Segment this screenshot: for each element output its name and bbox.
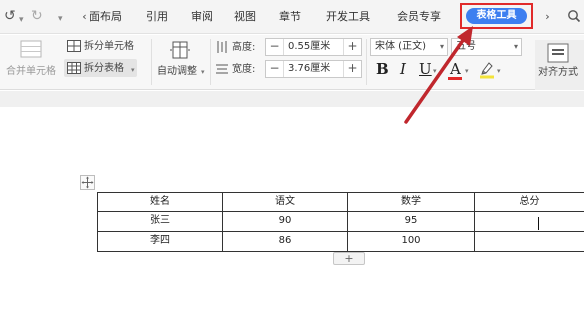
tabs-scroll-left-button[interactable]: ‹ bbox=[79, 10, 90, 24]
height-value[interactable]: 0.55厘米 bbox=[288, 41, 330, 53]
width-decrease-button[interactable]: − bbox=[266, 61, 284, 77]
table-cell[interactable]: 86 bbox=[223, 232, 347, 250]
table-cell[interactable]: 90 bbox=[223, 212, 347, 230]
tab-view[interactable]: 视图 bbox=[234, 11, 256, 23]
table-header-cell[interactable]: 数学 bbox=[348, 193, 474, 211]
table-cell[interactable] bbox=[475, 232, 584, 250]
text-cursor bbox=[538, 217, 539, 230]
highlight-icon[interactable] bbox=[479, 61, 495, 79]
width-increase-button[interactable]: + bbox=[343, 61, 361, 77]
width-value[interactable]: 3.76厘米 bbox=[288, 63, 330, 75]
width-label: 宽度: bbox=[232, 64, 256, 75]
ribbon-separator bbox=[151, 39, 152, 85]
undo-dropdown-icon[interactable]: ▾ bbox=[19, 12, 24, 28]
table-cell[interactable]: 张三 bbox=[98, 212, 222, 230]
add-row-button[interactable]: + bbox=[333, 252, 365, 265]
table-cell[interactable]: 100 bbox=[348, 232, 474, 250]
row-height-stepper[interactable]: − 0.55厘米 + bbox=[265, 38, 362, 56]
align-label: 对齐方式 bbox=[538, 67, 578, 78]
auto-fit-icon bbox=[170, 41, 190, 59]
split-table-dropdown-icon[interactable]: ▾ bbox=[131, 66, 135, 74]
column-width-stepper[interactable]: − 3.76厘米 + bbox=[265, 60, 362, 78]
bold-button[interactable]: B bbox=[376, 61, 389, 77]
ribbon-tab-bar: ↺ ▾ ↻ ▾ ‹ 页面布局 引用 审阅 视图 章节 开发工具 会员专享 表格工… bbox=[0, 0, 584, 34]
table-cell-total-active[interactable] bbox=[475, 212, 584, 230]
undo-icon[interactable]: ↺ bbox=[4, 8, 16, 24]
table-header-cell[interactable]: 总分 bbox=[475, 193, 584, 211]
table-cell[interactable]: 95 bbox=[348, 212, 474, 230]
table-header-cell[interactable]: 语文 bbox=[223, 193, 347, 211]
search-icon[interactable] bbox=[567, 9, 581, 23]
table-move-handle-icon[interactable] bbox=[80, 175, 95, 190]
annotation-arrow bbox=[404, 26, 473, 124]
ribbon-separator bbox=[210, 39, 211, 85]
page-gap bbox=[0, 91, 584, 107]
table-cell[interactable]: 李四 bbox=[98, 232, 222, 250]
align-icon bbox=[547, 43, 569, 63]
align-button[interactable]: 对齐方式 bbox=[535, 40, 584, 90]
split-table-icon bbox=[67, 62, 81, 74]
ribbon-separator bbox=[366, 39, 367, 85]
split-cells-button[interactable]: 拆分单元格 bbox=[84, 41, 134, 53]
table-header-cell[interactable]: 姓名 bbox=[98, 193, 222, 211]
redo-icon[interactable]: ↻ bbox=[31, 8, 43, 24]
column-width-icon bbox=[216, 64, 228, 74]
auto-fit-button[interactable]: 自动调整 bbox=[157, 66, 197, 78]
row-height-icon bbox=[217, 41, 227, 53]
tab-page-layout[interactable]: 页面布局 bbox=[90, 11, 136, 23]
height-increase-button[interactable]: + bbox=[343, 39, 361, 55]
tab-developer-tools[interactable]: 开发工具 bbox=[326, 11, 370, 23]
merge-cells-button[interactable]: 合并单元格 bbox=[6, 66, 56, 78]
tab-references[interactable]: 引用 bbox=[146, 11, 168, 23]
height-decrease-button[interactable]: − bbox=[266, 39, 284, 55]
height-label: 高度: bbox=[232, 42, 256, 53]
tab-chapter[interactable]: 章节 bbox=[279, 11, 301, 23]
highlight-dropdown-icon[interactable]: ▾ bbox=[497, 67, 501, 75]
split-cells-icon bbox=[67, 40, 81, 52]
tab-review[interactable]: 审阅 bbox=[191, 11, 213, 23]
more-commands-icon[interactable]: ▾ bbox=[58, 11, 63, 27]
split-table-label: 拆分表格 bbox=[84, 63, 124, 74]
tabs-scroll-right-button[interactable]: › bbox=[542, 10, 553, 24]
merge-cells-icon bbox=[20, 40, 42, 58]
font-size-dropdown-icon[interactable]: ▾ bbox=[514, 41, 518, 53]
auto-fit-dropdown-icon[interactable]: ▾ bbox=[201, 68, 205, 76]
